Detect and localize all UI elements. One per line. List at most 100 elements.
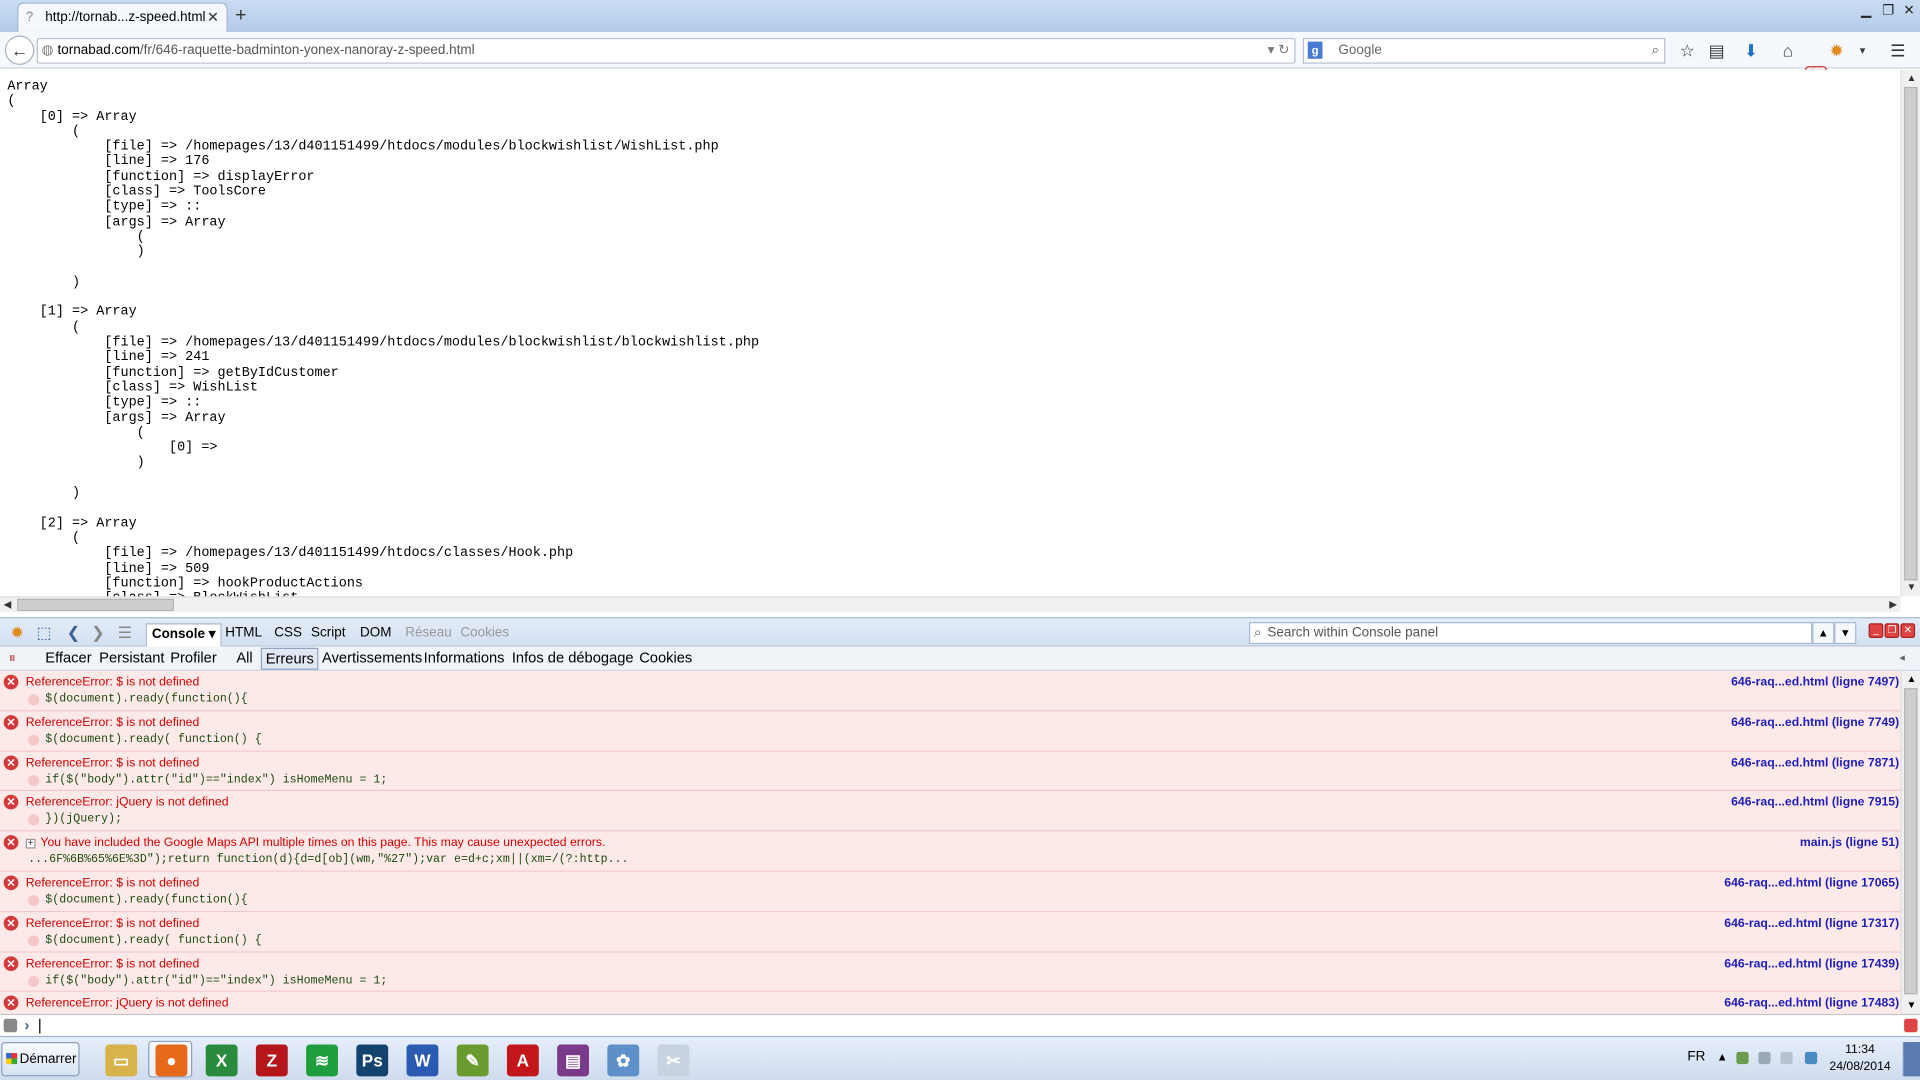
log-entry[interactable]: ✕ ReferenceError: jQuery is not defined 64…	[0, 992, 1901, 1014]
log-entry[interactable]: ✕ + You have included the Google Maps API …	[0, 831, 1901, 872]
tab-script[interactable]: Script	[306, 623, 350, 646]
scroll-left-icon[interactable]: ◀	[4, 598, 12, 613]
page-horizontal-scrollbar[interactable]: ◀ ▶	[0, 596, 1901, 613]
log-source-link[interactable]: 646-raq...ed.html (ligne 17483)	[1724, 996, 1899, 1012]
log-source-link[interactable]: 646-raq...ed.html (ligne 17317)	[1724, 916, 1899, 932]
command-menu-icon[interactable]	[3, 1018, 18, 1033]
minimize-firebug-icon[interactable]: _	[1868, 623, 1884, 638]
taskbar-app[interactable]: Ps	[349, 1041, 393, 1078]
inspect-icon[interactable]: ⬚	[34, 623, 54, 643]
scroll-thumb[interactable]	[1904, 86, 1918, 581]
log-message[interactable]: + You have included the Google Maps API m…	[25, 835, 606, 851]
log-message[interactable]: ReferenceError: $ is not defined	[26, 675, 200, 691]
url-bar[interactable]: ◍ tornabad.com/fr/646-raquette-badminton…	[36, 37, 1296, 64]
breakpoint-icon[interactable]	[28, 935, 40, 947]
tab-dom[interactable]: DOM	[355, 623, 396, 646]
firebug-menu-icon[interactable]: ✹	[7, 623, 27, 643]
breakpoint-icon[interactable]	[28, 895, 40, 907]
tab-css[interactable]: CSS	[269, 623, 307, 646]
taskbar-app[interactable]: ✂	[650, 1041, 694, 1078]
console-scrollbar[interactable]: ▲ ▼	[1900, 671, 1920, 1014]
show-desktop-button[interactable]	[1902, 1042, 1920, 1077]
download-icon[interactable]: ⬇	[1739, 38, 1763, 62]
firebug-icon[interactable]: ✹	[1825, 38, 1849, 62]
language-indicator[interactable]: FR	[1687, 1049, 1705, 1064]
command-editor-icon[interactable]: ☰	[115, 623, 135, 643]
magnifier-icon[interactable]: ⌕	[1652, 39, 1660, 62]
log-source-link[interactable]: 646-raq...ed.html (ligne 17439)	[1724, 956, 1899, 972]
tab-reseau[interactable]: Réseau	[400, 623, 456, 646]
log-source-link[interactable]: 646-raq...ed.html (ligne 7749)	[1731, 715, 1899, 731]
taskbar-app[interactable]: ▤	[550, 1041, 594, 1078]
breakpoint-icon[interactable]	[28, 734, 40, 746]
tab-cookies[interactable]: Cookies	[456, 623, 514, 646]
log-message[interactable]: ReferenceError: jQuery is not defined	[26, 795, 229, 811]
filter-all-button[interactable]: All	[233, 648, 257, 670]
log-entry[interactable]: ✕ ReferenceError: $ is not defined $(docum…	[0, 671, 1901, 712]
browser-tab[interactable]: ? http://tornab...z-speed.html ✕	[17, 2, 228, 32]
log-source-link[interactable]: 646-raq...ed.html (ligne 7871)	[1731, 755, 1899, 771]
filter-cookies-button[interactable]: Cookies	[636, 648, 696, 670]
filter-debug-button[interactable]: Infos de débogage	[508, 648, 637, 670]
log-entry[interactable]: ✕ ReferenceError: $ is not defined $(docum…	[0, 871, 1901, 913]
log-message[interactable]: ReferenceError: $ is not defined	[26, 755, 200, 771]
command-line[interactable]: ›	[0, 1013, 1920, 1036]
log-message[interactable]: ReferenceError: jQuery is not defined	[26, 996, 229, 1012]
close-window-icon[interactable]: ✕	[1899, 2, 1919, 19]
console-scroll-down-icon[interactable]: ▼	[1902, 997, 1920, 1014]
taskbar-app[interactable]: Z	[249, 1041, 293, 1078]
scroll-right-icon[interactable]: ▶	[1889, 598, 1897, 613]
bookmark-star-icon[interactable]: ☆	[1675, 38, 1699, 62]
back-button[interactable]: ←	[4, 35, 35, 65]
log-source-link[interactable]: main.js (ligne 51)	[1800, 835, 1899, 851]
breakpoint-icon[interactable]	[28, 694, 40, 706]
new-tab-button[interactable]: +	[235, 5, 246, 27]
detach-firebug-icon[interactable]: ❐	[1884, 623, 1900, 638]
profile-button[interactable]: Profiler	[167, 648, 221, 670]
horizontal-scroll-thumb[interactable]	[17, 598, 174, 612]
log-entry[interactable]: ✕ ReferenceError: jQuery is not defined})…	[0, 791, 1901, 832]
search-next-button[interactable]: ▼	[1834, 622, 1857, 645]
device-icon[interactable]	[1758, 1051, 1771, 1065]
clock[interactable]: 11:34 24/08/2014	[1829, 1042, 1890, 1076]
restore-icon[interactable]: ❐	[1878, 2, 1898, 19]
log-message[interactable]: ReferenceError: $ is not defined	[26, 956, 200, 972]
tab-console[interactable]: Console ▾	[145, 623, 222, 647]
persist-button[interactable]: Persistant	[96, 648, 169, 670]
start-button[interactable]: Démarrer	[1, 1042, 80, 1077]
log-source-link[interactable]: 646-raq...ed.html (ligne 7497)	[1731, 675, 1899, 691]
break-on-error-icon[interactable]: ⏸	[5, 648, 20, 670]
volume-icon[interactable]	[1780, 1051, 1793, 1065]
network-icon[interactable]	[1736, 1051, 1749, 1065]
filter-info-button[interactable]: Informations	[420, 648, 508, 670]
log-source-link[interactable]: 646-raq...ed.html (ligne 17065)	[1724, 876, 1899, 892]
scroll-down-icon[interactable]: ▼	[1902, 579, 1920, 596]
log-entry[interactable]: ✕ ReferenceError: $ is not defined $(docum…	[0, 711, 1901, 752]
log-message[interactable]: ReferenceError: $ is not defined	[26, 876, 200, 892]
search-bar[interactable]: g Google ⌕	[1302, 37, 1666, 64]
console-scroll-thumb[interactable]	[1904, 688, 1918, 995]
expand-icon[interactable]: +	[25, 838, 36, 849]
filter-warnings-button[interactable]: Avertissements	[318, 648, 426, 670]
reading-list-icon[interactable]: ▤	[1705, 38, 1729, 62]
log-entry[interactable]: ✕ ReferenceError: $ is not defined if($("b…	[0, 751, 1901, 792]
sync-icon[interactable]	[1804, 1051, 1818, 1065]
taskbar-app[interactable]: W	[399, 1041, 443, 1078]
nav-back-icon[interactable]: ❮	[64, 623, 84, 643]
reload-icon[interactable]: ▾ ↻	[1268, 39, 1290, 62]
close-tab-icon[interactable]: ✕	[207, 4, 219, 31]
breakpoint-icon[interactable]	[28, 814, 40, 826]
minimize-icon[interactable]: ▁	[1856, 2, 1876, 19]
scroll-up-icon[interactable]: ▲	[1902, 70, 1920, 87]
nav-forward-icon[interactable]: ❯	[88, 623, 108, 643]
console-scroll-up-icon[interactable]: ▲	[1902, 671, 1920, 688]
google-icon[interactable]: g	[1307, 41, 1323, 59]
clear-button[interactable]: Effacer	[42, 648, 96, 670]
taskbar-app[interactable]: ✎	[449, 1041, 493, 1078]
dropdown-icon[interactable]: ▾	[1850, 38, 1874, 62]
log-message[interactable]: ReferenceError: $ is not defined	[26, 715, 200, 731]
tab-html[interactable]: HTML	[220, 623, 266, 646]
taskbar-app[interactable]: ●	[148, 1040, 193, 1078]
filter-errors-button[interactable]: Erreurs	[260, 647, 319, 670]
close-command-icon[interactable]	[1904, 1018, 1918, 1033]
